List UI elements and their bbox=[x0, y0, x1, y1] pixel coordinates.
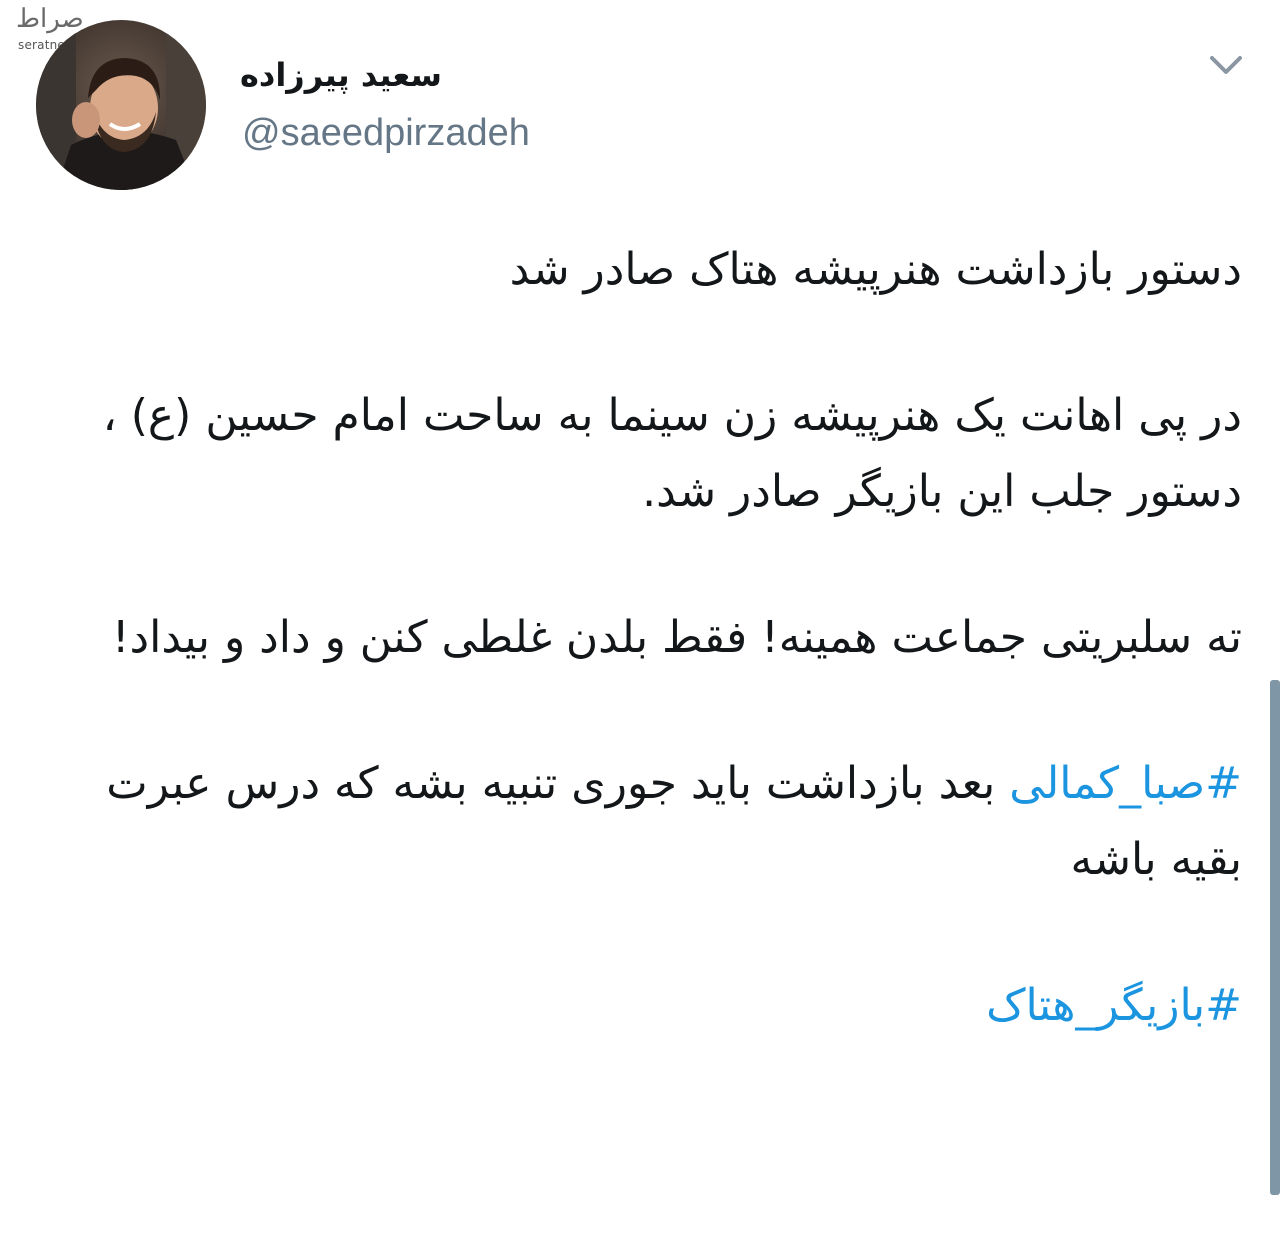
tweet-card: صراط seratnews.ir سعید پیرزاده @saeedpir… bbox=[0, 0, 1280, 1250]
user-handle[interactable]: @saeedpirzadeh bbox=[242, 112, 530, 155]
tweet-text: دستور بازداشت هنرپیشه هتاک صادر شد در پی… bbox=[72, 232, 1242, 1114]
tweet-paragraph: دستور بازداشت هنرپیشه هتاک صادر شد bbox=[509, 244, 1242, 295]
scrollbar[interactable] bbox=[1270, 680, 1280, 1195]
chevron-down-icon[interactable] bbox=[1206, 50, 1246, 80]
tweet-paragraph: #صبا_کمالی بعد بازداشت باید جوری تنبیه ب… bbox=[72, 746, 1242, 898]
hashtag-link[interactable]: #بازیگر_هتاک bbox=[986, 980, 1242, 1031]
tweet-paragraph: #بازیگر_هتاک bbox=[72, 968, 1242, 1044]
tweet-paragraph: ته سلبریتی جماعت همینه! فقط بلدن غلطی کن… bbox=[111, 612, 1242, 663]
watermark-logo: صراط bbox=[16, 4, 84, 34]
hashtag-link[interactable]: #صبا_کمالی bbox=[1009, 758, 1242, 809]
display-name[interactable]: سعید پیرزاده bbox=[240, 56, 442, 94]
profile-photo bbox=[36, 20, 206, 190]
avatar[interactable] bbox=[36, 20, 206, 190]
tweet-paragraph: در پی اهانت یک هنرپیشه زن سینما به ساحت … bbox=[102, 390, 1242, 517]
